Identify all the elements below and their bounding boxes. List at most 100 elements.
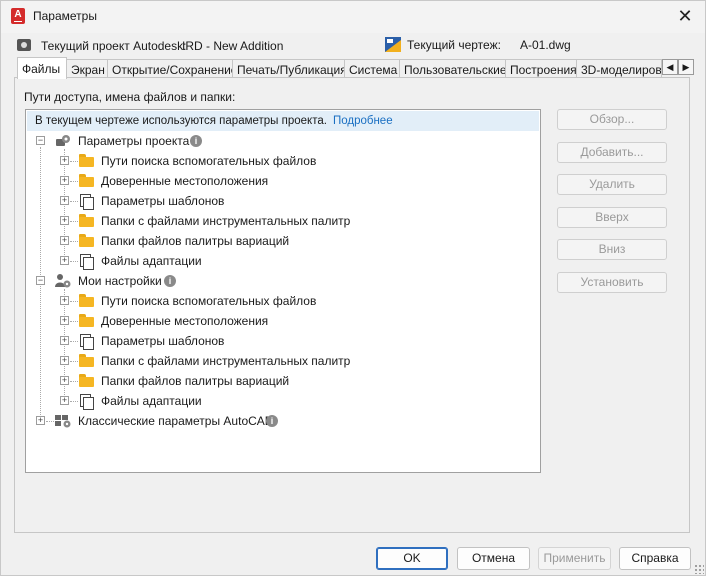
tab-user-preferences[interactable]: Пользовательские xyxy=(399,59,506,79)
tree-line xyxy=(70,341,78,342)
tab-display[interactable]: Экран xyxy=(66,59,108,79)
tree-item[interactable]: + Параметры шаблонов xyxy=(26,191,536,211)
expand-toggle[interactable]: + xyxy=(60,156,69,165)
project-icon xyxy=(17,39,31,51)
tree-group-label: Параметры проекта xyxy=(78,134,190,148)
paths-tree[interactable]: В текущем чертеже используются параметры… xyxy=(25,109,541,473)
expand-toggle[interactable]: + xyxy=(60,376,69,385)
tree-item[interactable]: + Файлы адаптации xyxy=(26,251,536,271)
expand-toggle[interactable]: + xyxy=(60,256,69,265)
tab-scroll-left-button[interactable]: ◀ xyxy=(662,59,678,75)
tree-group-classic-settings[interactable]: + Классические параметры AutoCAD i xyxy=(26,411,536,431)
tree-item[interactable]: + Папки с файлами инструментальных палит… xyxy=(26,351,536,371)
folder-icon xyxy=(79,234,94,247)
tree-item-label: Файлы адаптации xyxy=(101,394,202,408)
expand-toggle[interactable]: + xyxy=(60,196,69,205)
tree-item-label: Доверенные местоположения xyxy=(101,314,269,328)
tree-item[interactable]: + Доверенные местоположения xyxy=(26,171,536,191)
paths-label: Пути доступа, имена файлов и папки: xyxy=(24,90,236,104)
info-icon[interactable]: i xyxy=(266,415,278,427)
expand-toggle[interactable]: + xyxy=(60,356,69,365)
classic-settings-icon xyxy=(55,415,71,428)
info-icon[interactable]: i xyxy=(164,275,176,287)
tree-item[interactable]: + Доверенные местоположения xyxy=(26,311,536,331)
tree-line xyxy=(70,361,78,362)
tab-files[interactable]: Файлы xyxy=(17,57,67,79)
folder-icon xyxy=(79,154,94,167)
documents-icon xyxy=(80,334,94,350)
autocad-app-icon: A xyxy=(11,8,25,24)
tree-item[interactable]: + Папки с файлами инструментальных палит… xyxy=(26,211,536,231)
ok-button[interactable]: OK xyxy=(376,547,448,570)
tab-drafting[interactable]: Построения xyxy=(505,59,577,79)
learn-more-link[interactable]: Подробнее xyxy=(333,115,393,127)
tab-plot-publish[interactable]: Печать/Публикация xyxy=(232,59,345,79)
project-settings-icon xyxy=(56,135,70,146)
set-current-button[interactable]: Установить xyxy=(557,272,667,293)
tab-scroll-right-button[interactable]: ▶ xyxy=(678,59,694,75)
tree-item-label: Папки с файлами инструментальных палитр xyxy=(101,214,351,228)
expand-toggle[interactable]: + xyxy=(36,416,45,425)
remove-button[interactable]: Удалить xyxy=(557,174,667,195)
collapse-toggle[interactable]: − xyxy=(36,276,45,285)
expand-toggle[interactable]: + xyxy=(60,296,69,305)
expand-toggle[interactable]: + xyxy=(60,336,69,345)
tree-item[interactable]: + Параметры шаблонов xyxy=(26,331,536,351)
close-button[interactable]: ✕ xyxy=(673,5,697,27)
move-up-button[interactable]: Вверх xyxy=(557,207,667,228)
tree-item[interactable]: + Пути поиска вспомогательных файлов xyxy=(26,291,536,311)
current-drawing-label: Текущий чертеж: xyxy=(407,38,501,52)
cancel-button[interactable]: Отмена xyxy=(457,547,530,570)
folder-icon xyxy=(79,174,94,187)
help-button[interactable]: Справка xyxy=(619,547,691,570)
expand-toggle[interactable]: + xyxy=(60,236,69,245)
tree-item[interactable]: + Папки файлов палитры вариаций xyxy=(26,371,536,391)
current-project-value: IRD - New Addition xyxy=(182,39,284,53)
banner-text: В текущем чертеже используются параметры… xyxy=(35,115,327,127)
collapse-toggle[interactable]: − xyxy=(36,136,45,145)
tree-line xyxy=(70,161,78,162)
tree-item[interactable]: + Файлы адаптации xyxy=(26,391,536,411)
tree-group-my-settings[interactable]: − Мои настройки i xyxy=(26,271,536,291)
tree-group-label: Мои настройки xyxy=(78,274,162,288)
add-button[interactable]: Добавить... xyxy=(557,142,667,163)
tree-line xyxy=(70,181,78,182)
tree-line xyxy=(70,301,78,302)
expand-toggle[interactable]: + xyxy=(60,396,69,405)
resize-grip[interactable] xyxy=(694,564,704,574)
move-down-button[interactable]: Вниз xyxy=(557,239,667,260)
folder-icon xyxy=(79,354,94,367)
documents-icon xyxy=(80,254,94,270)
tab-3d-modeling[interactable]: 3D-моделирова xyxy=(576,59,662,79)
drawing-icon xyxy=(385,37,401,52)
tree-line xyxy=(70,401,78,402)
tree-line xyxy=(70,221,78,222)
tree-item-label: Пути поиска вспомогательных файлов xyxy=(101,154,317,168)
tab-strip: Файлы Экран Открытие/Сохранение Печать/П… xyxy=(17,57,694,79)
tree-item[interactable]: + Папки файлов палитры вариаций xyxy=(26,231,536,251)
tree-line xyxy=(70,241,78,242)
apply-button[interactable]: Применить xyxy=(538,547,611,570)
tree-line xyxy=(70,261,78,262)
expand-toggle[interactable]: + xyxy=(60,176,69,185)
current-project-label: Текущий проект Autodesk: xyxy=(41,39,187,53)
tree-line xyxy=(70,381,78,382)
info-icon[interactable]: i xyxy=(190,135,202,147)
tree-item[interactable]: + Пути поиска вспомогательных файлов xyxy=(26,151,536,171)
info-row: Текущий проект Autodesk: IRD - New Addit… xyxy=(17,37,689,55)
user-settings-icon xyxy=(55,274,71,288)
tab-system[interactable]: Система xyxy=(344,59,400,79)
expand-toggle[interactable]: + xyxy=(60,316,69,325)
browse-button[interactable]: Обзор... xyxy=(557,109,667,130)
tree-item-label: Пути поиска вспомогательных файлов xyxy=(101,294,317,308)
tree-item-label: Папки файлов палитры вариаций xyxy=(101,234,290,248)
tree-item-label: Папки файлов палитры вариаций xyxy=(101,374,290,388)
tab-open-save[interactable]: Открытие/Сохранение xyxy=(107,59,233,79)
folder-icon xyxy=(79,294,94,307)
current-drawing-value: A-01.dwg xyxy=(520,38,571,52)
tree-line xyxy=(70,201,78,202)
expand-toggle[interactable]: + xyxy=(60,216,69,225)
documents-icon xyxy=(80,194,94,210)
tree-group-project-settings[interactable]: − Параметры проекта i xyxy=(26,131,536,151)
window-title: Параметры xyxy=(33,9,97,23)
